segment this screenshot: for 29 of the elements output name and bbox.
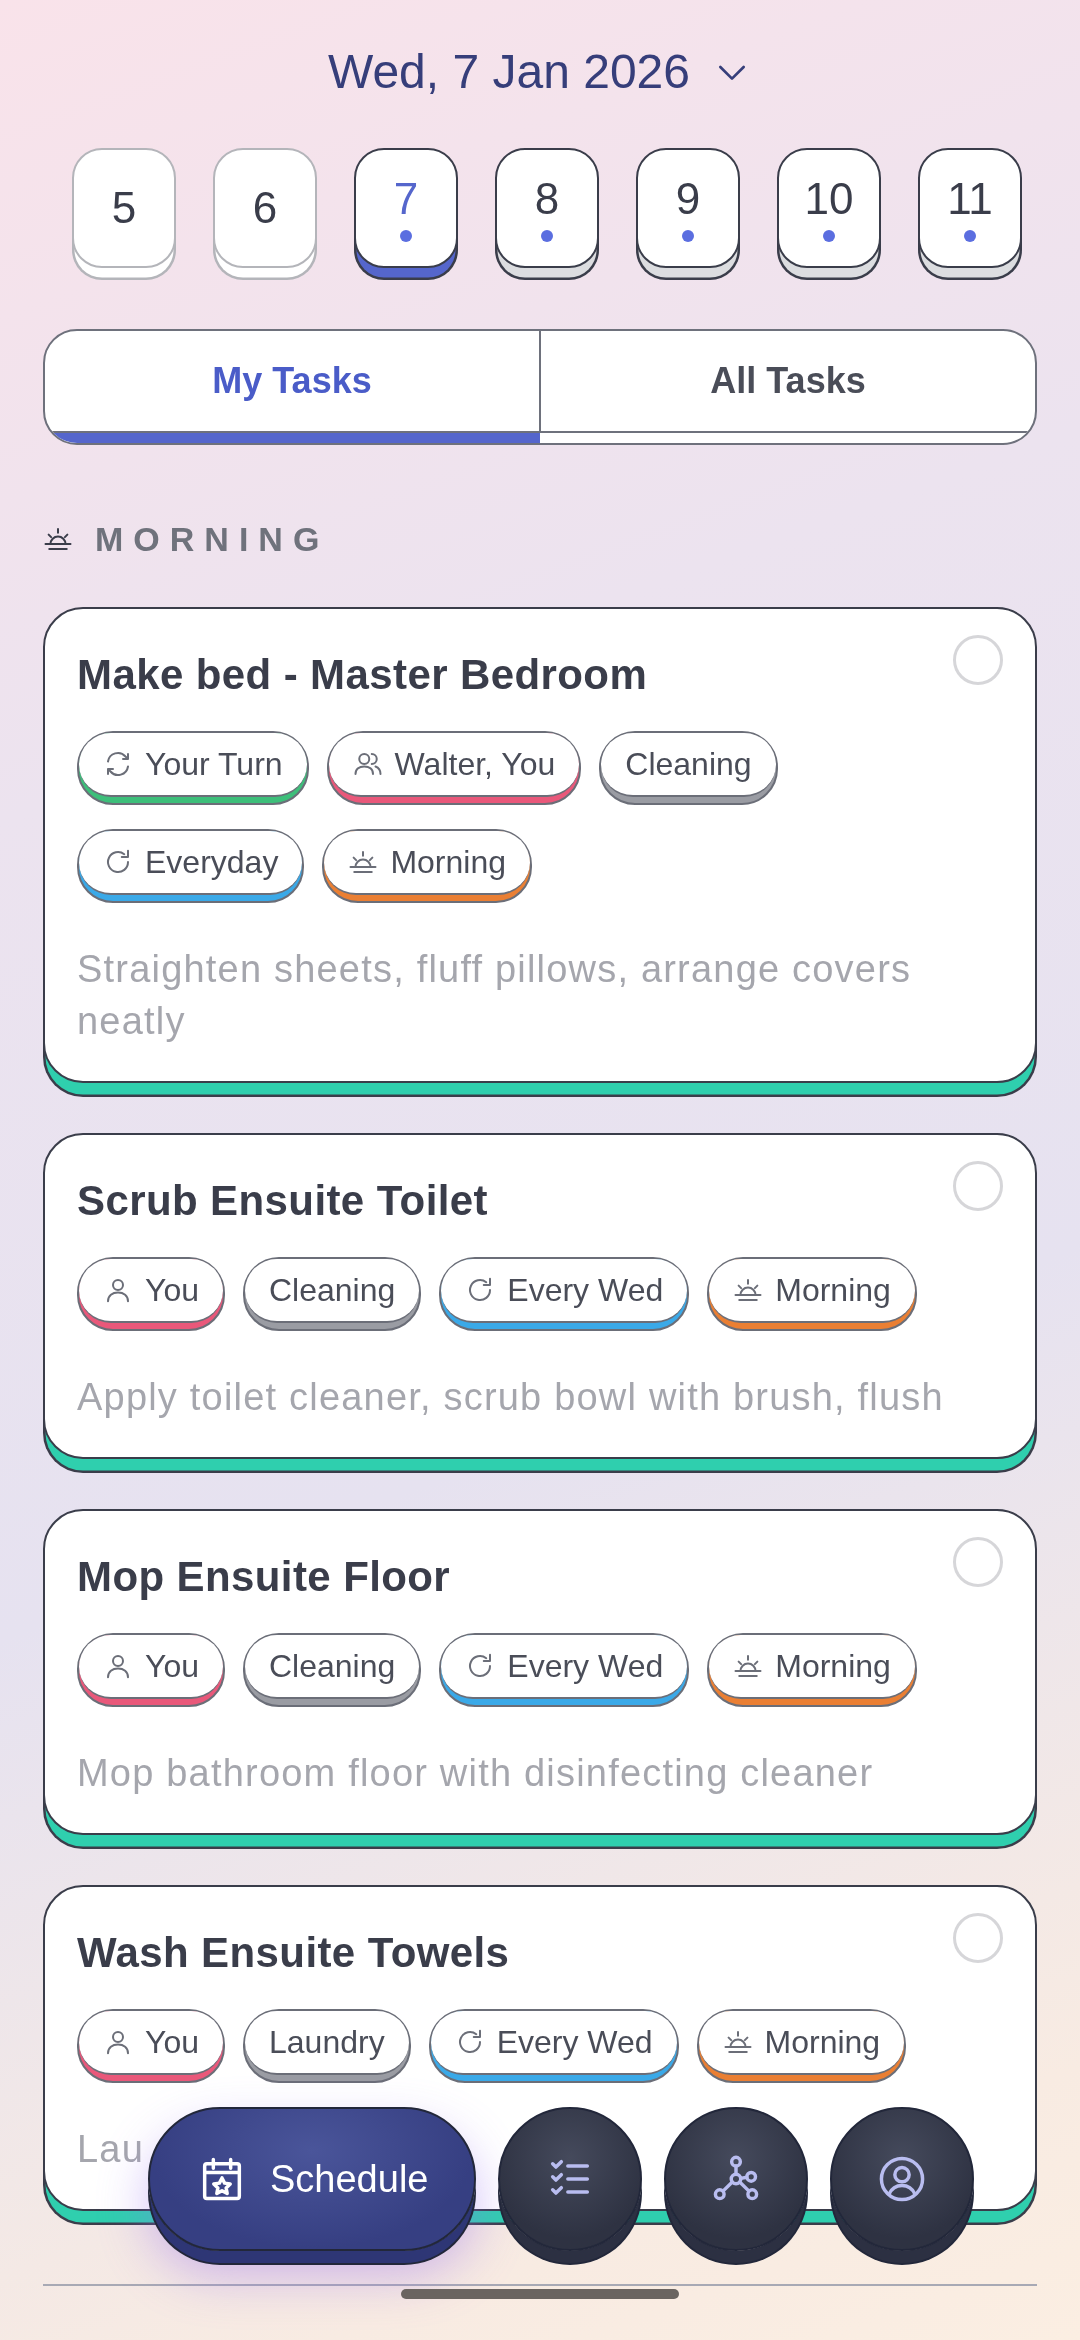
tag-chip: You xyxy=(77,2009,225,2083)
task-description: Apply toilet cleaner, scrub bowl with brush, flush xyxy=(77,1375,945,1420)
task-description: Mop bathroom floor with disinfecting cleaner xyxy=(77,1751,875,1796)
task-title: Wash Ensuite Towels xyxy=(77,1928,510,1978)
task-title: Scrub Ensuite Toilet xyxy=(77,1176,488,1226)
task-title: Make bed - Master Bedroom xyxy=(77,650,648,700)
tag-chip: Your Turn xyxy=(77,731,309,805)
task-description: Lau xyxy=(77,2127,145,2172)
section-title: MORNING xyxy=(95,519,330,559)
tab[interactable]: My Tasks xyxy=(45,331,539,431)
tag-chip: Every Wed xyxy=(439,1633,690,1707)
tag-chip: Cleaning xyxy=(243,1633,422,1707)
tag-chip: Walter, You xyxy=(326,731,582,805)
tag-chip: Every Wed xyxy=(439,1257,690,1331)
tag-chip: Everyday xyxy=(77,829,305,903)
tag-chip: Every Wed xyxy=(428,2009,679,2083)
task-description: Straighten sheets, fluff pillows, arrange covers neatly xyxy=(77,947,913,1044)
tag-chip: You xyxy=(77,1257,225,1331)
tag-chip: Laundry xyxy=(243,2009,411,2083)
date-selector[interactable]: Wed, 7 Jan 2026 xyxy=(327,44,752,100)
tag-chip: Morning xyxy=(707,1633,917,1707)
tag-chip: Cleaning xyxy=(599,731,778,805)
tag-chip: Morning xyxy=(322,829,532,903)
task-title: Mop Ensuite Floor xyxy=(77,1552,451,1602)
tag-chip: You xyxy=(77,1633,225,1707)
tag-chip: Morning xyxy=(707,1257,917,1331)
tag-chip: Cleaning xyxy=(243,1257,422,1331)
tab[interactable]: All Tasks xyxy=(539,331,1035,431)
tag-chip: Morning xyxy=(696,2009,907,2083)
